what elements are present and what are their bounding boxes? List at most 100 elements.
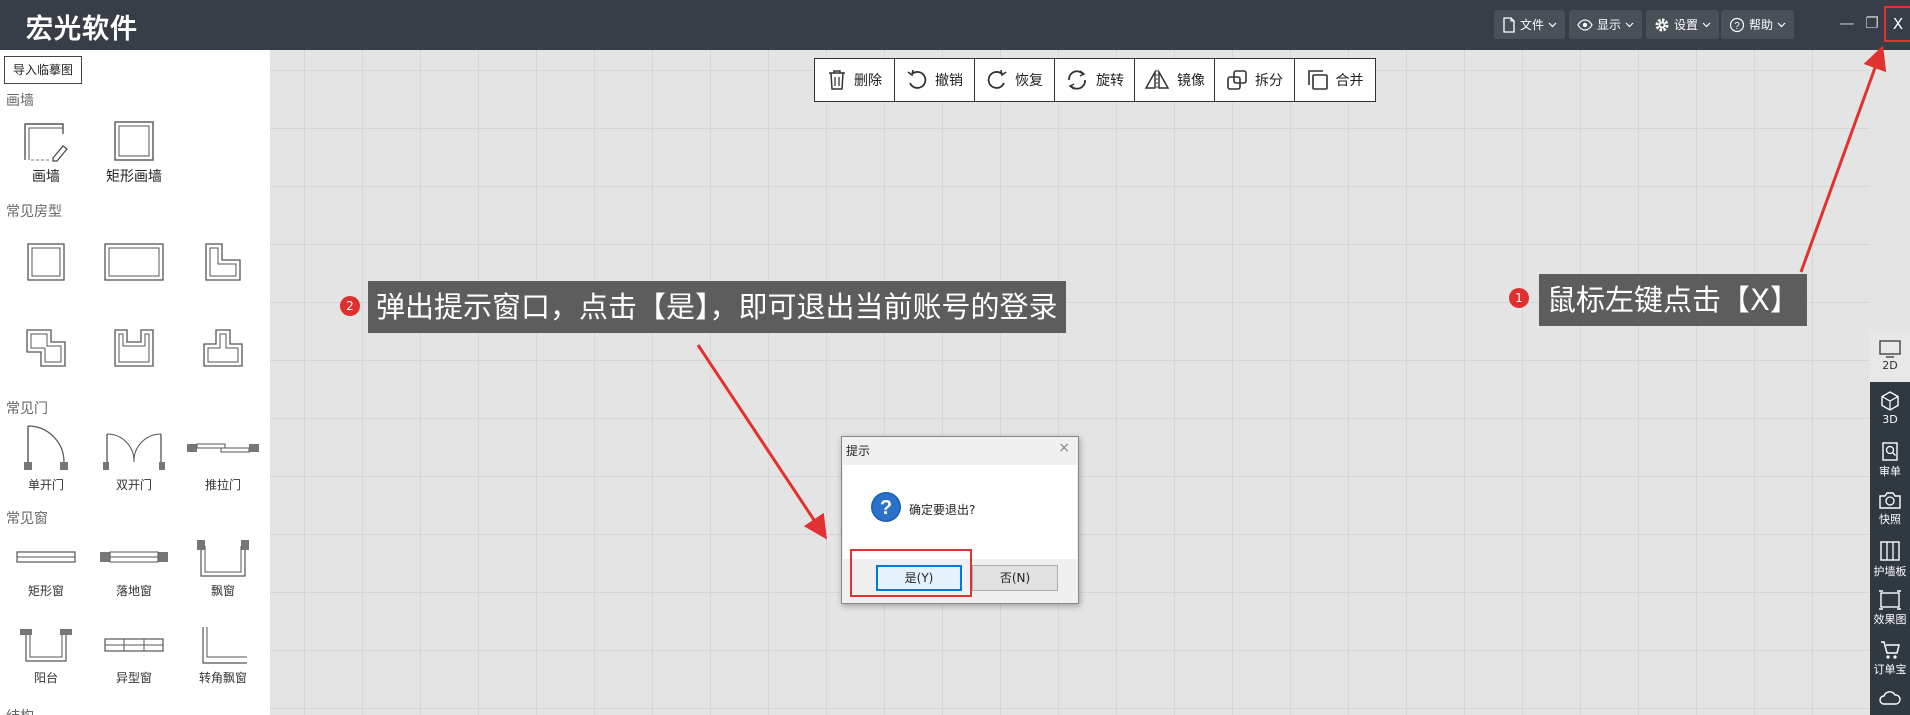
- monitor-icon: [1879, 340, 1901, 358]
- no-button[interactable]: 否(N): [972, 565, 1058, 591]
- room-l-icon: [205, 243, 241, 281]
- undo-label: 撤销: [935, 73, 963, 89]
- window-corner-bay[interactable]: 转角飘窗: [178, 625, 268, 686]
- room-t-icon: [203, 329, 243, 367]
- window-rect[interactable]: 矩形窗: [1, 538, 91, 599]
- wall-panel-label: 护墙板: [1873, 565, 1907, 578]
- step1-callout: 鼠标左键点击【X】: [1539, 274, 1807, 326]
- corner-bay-icon: [202, 627, 247, 664]
- room-rect[interactable]: [89, 242, 179, 282]
- tool-label: 矩形窗: [27, 584, 64, 598]
- dialog-title: 提示: [846, 444, 871, 458]
- tool-draw-wall[interactable]: 画墙: [1, 120, 91, 186]
- tool-label: 画墙: [32, 169, 60, 185]
- trash-icon: [829, 70, 845, 90]
- review-icon: [1882, 442, 1898, 461]
- cube-icon: [1881, 391, 1899, 411]
- mirror-button[interactable]: 镜像: [1135, 59, 1215, 101]
- gear-icon: [1655, 18, 1669, 31]
- menu-settings[interactable]: 设置: [1646, 10, 1720, 39]
- dialog-close-icon[interactable]: ×: [1058, 440, 1070, 456]
- door-sliding[interactable]: 推拉门: [178, 424, 268, 493]
- dialog-message: 确定要退出?: [909, 503, 976, 517]
- view-2d-label: 2D: [1882, 359, 1898, 372]
- chevron-down-icon: [1702, 22, 1711, 27]
- window-floor[interactable]: 落地窗: [89, 538, 179, 599]
- view-3d-button[interactable]: 3D: [1870, 382, 1910, 432]
- review-label: 审单: [1879, 465, 1901, 478]
- window-balcony[interactable]: 阳台: [1, 625, 91, 686]
- bay-window-icon: [197, 540, 249, 577]
- split-label: 拆分: [1255, 73, 1283, 89]
- rotate-button[interactable]: 旋转: [1055, 59, 1135, 101]
- window-special[interactable]: 异型窗: [89, 625, 179, 686]
- svg-text:?: ?: [880, 497, 892, 519]
- room-u-shape[interactable]: [89, 328, 179, 368]
- render-button[interactable]: 效果图: [1870, 582, 1910, 632]
- cloud-icon: [1879, 691, 1901, 705]
- wall-panel-button[interactable]: 护墙板: [1870, 532, 1910, 582]
- double-door-icon: [103, 433, 165, 470]
- review-button[interactable]: 审单: [1870, 432, 1910, 482]
- room-t-shape[interactable]: [178, 328, 268, 368]
- step2-callout: 弹出提示窗口，点击【是】，即可退出当前账号的登录: [368, 281, 1066, 333]
- drawing-canvas[interactable]: [270, 50, 1870, 715]
- room-l-shape[interactable]: [178, 242, 268, 282]
- restore-button[interactable]: ❐: [1859, 10, 1885, 36]
- undo-icon: [907, 69, 927, 89]
- tool-label: 转角飘窗: [198, 671, 247, 685]
- room-z-shape[interactable]: [1, 328, 91, 368]
- tool-label: 飘窗: [210, 584, 235, 598]
- tool-label: 阳台: [33, 671, 58, 685]
- tool-label: 落地窗: [115, 584, 152, 598]
- minimize-button[interactable]: —: [1834, 10, 1860, 36]
- tool-label: 单开门: [27, 478, 64, 492]
- special-window-icon: [104, 638, 164, 652]
- section-windows: 常见窗: [6, 511, 48, 527]
- section-rooms: 常见房型: [6, 204, 62, 220]
- camera-icon: [1879, 492, 1901, 509]
- import-tracing-button[interactable]: 导入临摹图: [4, 56, 82, 84]
- order-label: 订单宝: [1873, 663, 1907, 676]
- snapshot-button[interactable]: 快照: [1870, 482, 1910, 532]
- room-square[interactable]: [1, 242, 91, 282]
- order-button[interactable]: 订单宝: [1870, 632, 1910, 682]
- redo-icon: [987, 69, 1007, 89]
- section-doors: 常见门: [6, 401, 48, 417]
- menu-help-label: 帮助: [1749, 18, 1774, 32]
- room-rect-icon: [104, 243, 164, 281]
- undo-button[interactable]: 撤销: [895, 59, 975, 101]
- delete-button[interactable]: 删除: [815, 59, 895, 101]
- view-2d-button[interactable]: 2D: [1870, 332, 1910, 382]
- panel-icon: [1880, 541, 1900, 561]
- chevron-down-icon: [1548, 22, 1557, 27]
- window-bay[interactable]: 飘窗: [178, 538, 268, 599]
- menu-file[interactable]: 文件: [1494, 10, 1566, 39]
- view-sidebar: 2D 3D 审单 快照 护墙板 效果图 订单宝: [1870, 332, 1910, 715]
- balcony-icon: [20, 629, 72, 662]
- redo-button[interactable]: 恢复: [975, 59, 1055, 101]
- top-bar: 宏光软件 文件 显示 设置 ? 帮助 — ❐ X: [0, 0, 1910, 50]
- question-icon: ?: [871, 492, 901, 522]
- tool-label: 异型窗: [115, 671, 152, 685]
- split-button[interactable]: 拆分: [1215, 59, 1295, 101]
- file-icon: [1503, 16, 1515, 33]
- menu-help[interactable]: ? 帮助: [1721, 10, 1795, 39]
- tool-rect-wall[interactable]: 矩形画墙: [89, 120, 179, 186]
- yes-button-highlight: [850, 549, 972, 597]
- door-single[interactable]: 单开门: [1, 424, 91, 493]
- menu-view[interactable]: 显示: [1569, 10, 1643, 39]
- mirror-icon: [1144, 69, 1170, 90]
- cart-icon: [1881, 641, 1900, 659]
- close-button[interactable]: X: [1884, 6, 1910, 42]
- render-icon: [1879, 590, 1901, 610]
- view-3d-label: 3D: [1882, 413, 1898, 426]
- door-double[interactable]: 双开门: [89, 424, 179, 493]
- section-wall: 画墙: [6, 93, 34, 109]
- menu-file-label: 文件: [1520, 18, 1545, 32]
- menu-view-label: 显示: [1597, 18, 1622, 32]
- merge-button[interactable]: 合并: [1295, 59, 1375, 101]
- split-icon: [1227, 70, 1247, 90]
- rect-wall-icon: [114, 121, 154, 161]
- cloud-button[interactable]: [1870, 682, 1910, 715]
